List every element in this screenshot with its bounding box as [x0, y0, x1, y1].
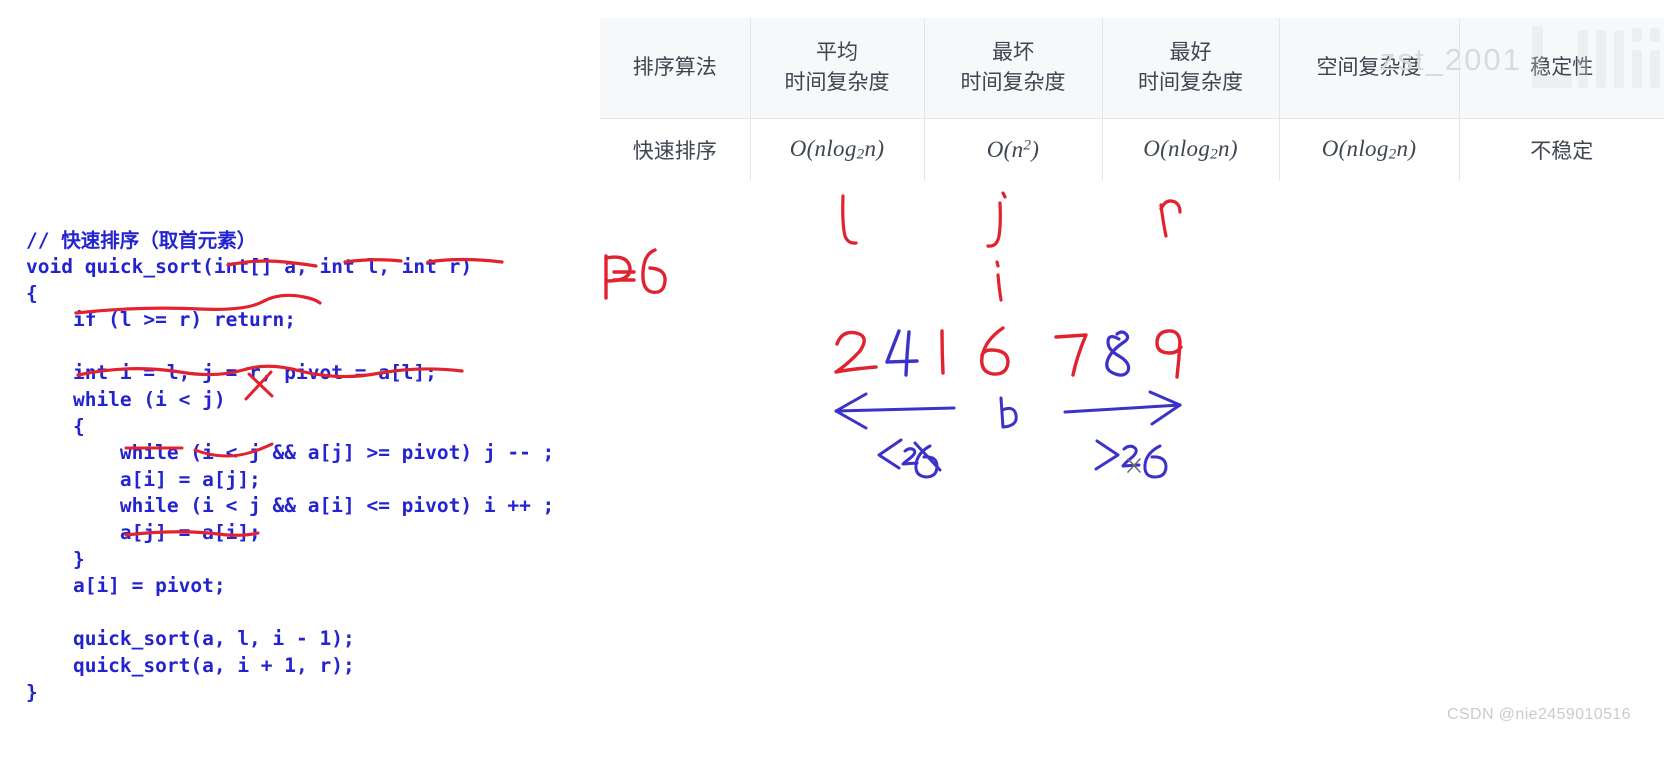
pivot-marker-6 — [999, 396, 1018, 429]
bigo-worst-pre: O(n — [986, 137, 1024, 163]
cell-algorithm-name: 快速排序 — [600, 118, 751, 181]
code-line-0: // 快速排序（取首元素） — [26, 228, 257, 252]
table-body: 快速排序 O(nlog2n) O(n2) O(nlog2n) O(nlog2n)… — [600, 118, 1664, 181]
pivot-annotation — [604, 248, 667, 300]
pointer-label-i — [995, 260, 1003, 302]
code-line-11: a[j] = a[i]; — [26, 521, 261, 545]
bigo-space-pre: O(nlog — [1321, 136, 1389, 162]
code-line-12: } — [26, 547, 85, 571]
bigo-best: O(nlog2n) — [1143, 136, 1238, 163]
code-line-15: quick_sort(a, l, i - 1); — [26, 627, 355, 651]
bigo-average: O(nlog2n) — [789, 136, 885, 163]
code-block: // 快速排序（取首元素） void quick_sort(int[] a, in… — [26, 228, 554, 707]
bigo-best-post: n) — [1218, 136, 1238, 162]
cell-average-complexity: O(nlog2n) — [750, 118, 925, 181]
table-row: 快速排序 O(nlog2n) O(n2) O(nlog2n) O(nlog2n)… — [600, 118, 1664, 181]
table-header: 排序算法 平均 时间复杂度 最坏 时间复杂度 最好 时间复杂度 空间复杂度 稳定… — [600, 18, 1664, 119]
cell-stability: 不稳定 — [1459, 118, 1664, 181]
array-value-0 — [834, 330, 878, 374]
bigo-average-post: n) — [864, 136, 885, 162]
right-arrow — [1063, 390, 1182, 426]
left-arrow — [834, 392, 956, 430]
cell-worst-complexity: O(n2) — [924, 118, 1103, 181]
array-value-2 — [940, 329, 945, 375]
code-line-2: { — [26, 281, 38, 305]
column-header-average-line2: 时间复杂度 — [784, 71, 890, 94]
bigo-worst: O(n2) — [987, 137, 1040, 162]
bigo-space: O(nlog2n) — [1321, 136, 1417, 163]
greater-than-six-strike-2 — [1127, 458, 1141, 473]
array-value-4 — [1054, 333, 1088, 377]
column-header-space-label: 空间复杂度 — [1316, 56, 1422, 79]
column-header-algorithm: 排序算法 — [600, 18, 751, 119]
pointer-label-r — [1159, 199, 1182, 238]
greater-than-six-label — [1094, 439, 1168, 479]
code-line-6: while (i < j) — [26, 388, 226, 412]
column-header-average-time: 平均 时间复杂度 — [750, 18, 925, 119]
code-line-7: { — [26, 414, 85, 438]
code-line-10: while (i < j && a[i] <= pivot) i ++ ; — [26, 494, 555, 518]
code-line-13: a[i] = pivot; — [26, 574, 226, 598]
code-line-3: if (l >= r) return; — [26, 308, 297, 332]
code-line-1: void quick_sort(int[] a, int l, int r) — [26, 255, 473, 279]
bigo-best-sub: 2 — [1210, 145, 1219, 163]
code-line-9: a[i] = a[j]; — [26, 467, 261, 491]
pointer-label-l — [841, 194, 858, 245]
bigo-space-post: n) — [1396, 136, 1417, 162]
bigo-worst-post: ) — [1031, 137, 1040, 163]
csdn-watermark: CSDN @nie2459010516 — [1447, 706, 1631, 723]
column-header-best-line1: 最好 — [1169, 41, 1212, 64]
array-value-6 — [1155, 329, 1183, 379]
table-header-row: 排序算法 平均 时间复杂度 最坏 时间复杂度 最好 时间复杂度 空间复杂度 稳定… — [600, 18, 1664, 119]
column-header-average-line1: 平均 — [816, 41, 858, 64]
array-value-1 — [885, 329, 919, 377]
column-header-best-time: 最好 时间复杂度 — [1102, 18, 1280, 119]
column-header-worst-line1: 最坏 — [992, 41, 1034, 64]
array-value-3 — [980, 326, 1010, 376]
code-line-17: } — [26, 680, 38, 704]
column-header-best-line2: 时间复杂度 — [1138, 71, 1243, 94]
column-header-stability: 稳定性 — [1459, 18, 1664, 119]
code-content: // 快速排序（取首元素） void quick_sort(int[] a, in… — [26, 228, 554, 707]
bigo-space-sub: 2 — [1388, 145, 1397, 163]
code-line-16: quick_sort(a, i + 1, r); — [26, 654, 355, 677]
column-header-algorithm-label: 排序算法 — [632, 56, 717, 79]
less-than-six-label — [877, 438, 942, 479]
column-header-stability-label: 稳定性 — [1530, 56, 1594, 79]
column-header-worst-time: 最坏 时间复杂度 — [924, 18, 1103, 119]
pointer-label-j — [986, 191, 1007, 248]
bigo-average-sub: 2 — [856, 145, 865, 163]
code-line-5: int i = l, j = r, pivot = a[l]; — [26, 361, 437, 385]
bigo-best-pre: O(nlog — [1143, 136, 1211, 162]
bigo-average-pre: O(nlog — [789, 136, 857, 162]
code-line-8: while (i < j && a[j] >= pivot) j -- ; — [26, 441, 555, 465]
column-header-space: 空间复杂度 — [1279, 18, 1460, 119]
array-value-5 — [1105, 330, 1131, 377]
cell-space-complexity: O(nlog2n) — [1279, 118, 1460, 181]
column-header-worst-line2: 时间复杂度 — [960, 71, 1066, 94]
cell-best-complexity: O(nlog2n) — [1102, 118, 1280, 181]
greater-than-six-strike — [1127, 458, 1141, 473]
sorting-complexity-table: 排序算法 平均 时间复杂度 最坏 时间复杂度 最好 时间复杂度 空间复杂度 稳定… — [600, 18, 1664, 181]
